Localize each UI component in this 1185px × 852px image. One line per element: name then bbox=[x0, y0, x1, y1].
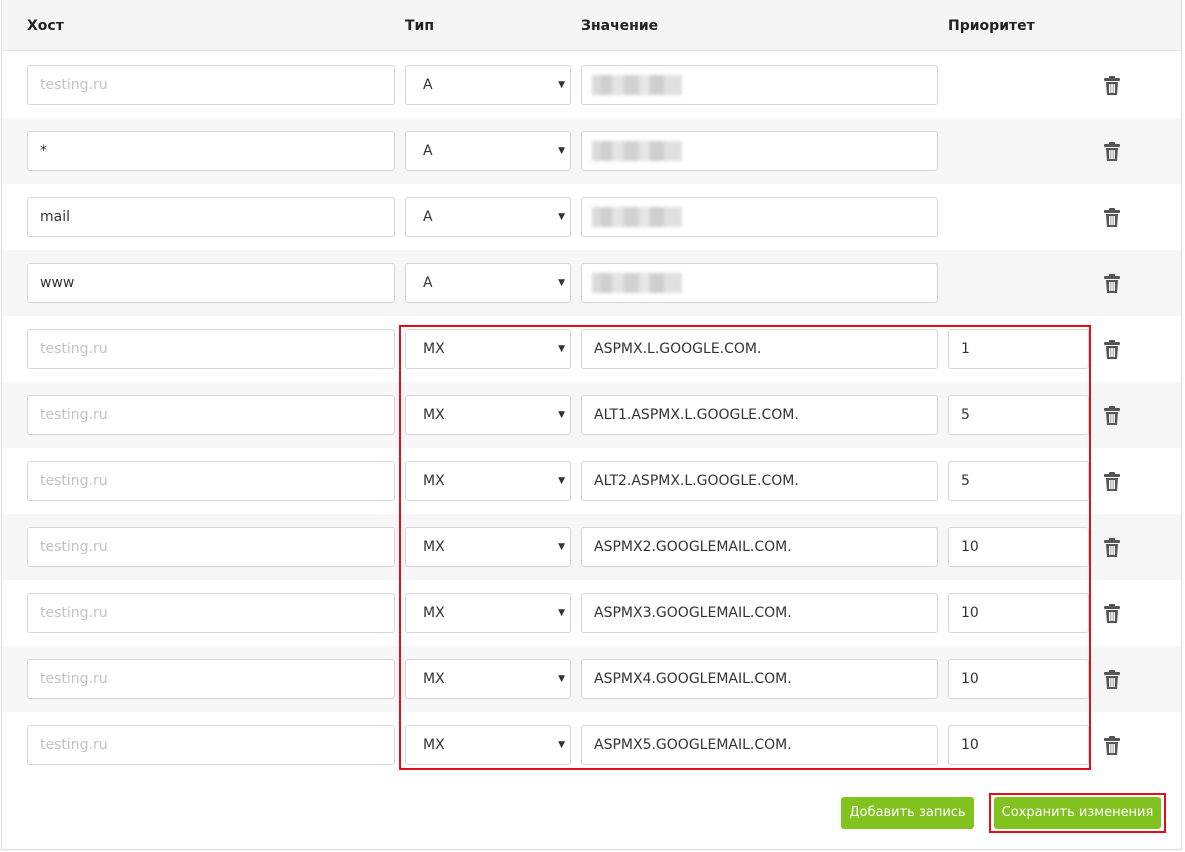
trash-icon[interactable] bbox=[1103, 76, 1121, 96]
trash-icon[interactable] bbox=[1103, 142, 1121, 162]
value-input[interactable]: ASPMX2.GOOGLEMAIL.COM. bbox=[581, 527, 938, 567]
host-input[interactable]: testing.ru bbox=[27, 395, 395, 435]
type-select[interactable]: MX ▼ bbox=[405, 725, 571, 765]
value-input[interactable] bbox=[581, 263, 938, 303]
value-input[interactable]: ASPMX3.GOOGLEMAIL.COM. bbox=[581, 593, 938, 633]
dns-records-panel: Хост Тип Значение Приоритет testing.ru A ▼… bbox=[1, 0, 1182, 850]
chevron-down-icon: ▼ bbox=[558, 278, 565, 288]
host-input[interactable]: testing.ru bbox=[27, 527, 395, 567]
chevron-down-icon: ▼ bbox=[558, 674, 565, 684]
header-host: Хост bbox=[27, 18, 64, 34]
chevron-down-icon: ▼ bbox=[558, 146, 565, 156]
table-row: testing.ru A ▼ bbox=[2, 52, 1181, 118]
type-select-value: MX bbox=[423, 341, 445, 357]
value-input[interactable] bbox=[581, 65, 938, 105]
chevron-down-icon: ▼ bbox=[558, 476, 565, 486]
priority-input[interactable]: 1 bbox=[948, 329, 1089, 369]
table-row: testing.ru MX ▼ ASPMX.L.GOOGLE.COM. 1 bbox=[2, 316, 1181, 382]
redacted-ip bbox=[592, 207, 682, 227]
type-select[interactable]: A ▼ bbox=[405, 65, 571, 105]
chevron-down-icon: ▼ bbox=[558, 410, 565, 420]
value-input[interactable]: ALT1.ASPMX.L.GOOGLE.COM. bbox=[581, 395, 938, 435]
host-input[interactable]: www bbox=[27, 263, 395, 303]
value-input[interactable] bbox=[581, 131, 938, 171]
table-row: testing.ru MX ▼ ALT2.ASPMX.L.GOOGLE.COM. 5 bbox=[2, 448, 1181, 514]
table-row: testing.ru MX ▼ ASPMX3.GOOGLEMAIL.COM. 10 bbox=[2, 580, 1181, 646]
trash-icon[interactable] bbox=[1103, 340, 1121, 360]
priority-input[interactable]: 10 bbox=[948, 527, 1089, 567]
trash-icon[interactable] bbox=[1103, 736, 1121, 756]
value-input[interactable]: ALT2.ASPMX.L.GOOGLE.COM. bbox=[581, 461, 938, 501]
value-input[interactable] bbox=[581, 197, 938, 237]
header-value: Значение bbox=[581, 18, 659, 34]
table-row: testing.ru MX ▼ ASPMX5.GOOGLEMAIL.COM. 10 bbox=[2, 712, 1181, 778]
host-input[interactable]: testing.ru bbox=[27, 461, 395, 501]
priority-input[interactable]: 10 bbox=[948, 593, 1089, 633]
redacted-ip bbox=[592, 75, 682, 95]
type-select[interactable]: MX ▼ bbox=[405, 461, 571, 501]
chevron-down-icon: ▼ bbox=[558, 344, 565, 354]
host-input[interactable]: testing.ru bbox=[27, 725, 395, 765]
type-select[interactable]: MX ▼ bbox=[405, 395, 571, 435]
save-changes-button[interactable]: Сохранить изменения bbox=[994, 797, 1161, 829]
priority-input[interactable]: 10 bbox=[948, 659, 1089, 699]
table-row: testing.ru MX ▼ ALT1.ASPMX.L.GOOGLE.COM. 5 bbox=[2, 382, 1181, 448]
type-select[interactable]: MX ▼ bbox=[405, 329, 571, 369]
type-select[interactable]: A ▼ bbox=[405, 197, 571, 237]
type-select-value: A bbox=[423, 77, 433, 93]
redacted-ip bbox=[592, 273, 682, 293]
table-header: Хост Тип Значение Приоритет bbox=[2, 0, 1181, 51]
trash-icon[interactable] bbox=[1103, 670, 1121, 690]
trash-icon[interactable] bbox=[1103, 538, 1121, 558]
priority-input[interactable]: 5 bbox=[948, 461, 1089, 501]
type-select-value: MX bbox=[423, 407, 445, 423]
trash-icon[interactable] bbox=[1103, 208, 1121, 228]
type-select[interactable]: A ▼ bbox=[405, 263, 571, 303]
chevron-down-icon: ▼ bbox=[558, 740, 565, 750]
table-row: mail A ▼ bbox=[2, 184, 1181, 250]
table-row: testing.ru MX ▼ ASPMX4.GOOGLEMAIL.COM. 10 bbox=[2, 646, 1181, 712]
type-select[interactable]: MX ▼ bbox=[405, 659, 571, 699]
trash-icon[interactable] bbox=[1103, 472, 1121, 492]
header-priority: Приоритет bbox=[948, 18, 1035, 34]
trash-icon[interactable] bbox=[1103, 604, 1121, 624]
chevron-down-icon: ▼ bbox=[558, 80, 565, 90]
host-input[interactable]: mail bbox=[27, 197, 395, 237]
value-input[interactable]: ASPMX5.GOOGLEMAIL.COM. bbox=[581, 725, 938, 765]
host-input[interactable]: * bbox=[27, 131, 395, 171]
host-input[interactable]: testing.ru bbox=[27, 329, 395, 369]
type-select[interactable]: MX ▼ bbox=[405, 527, 571, 567]
header-type: Тип bbox=[405, 18, 435, 34]
host-input[interactable]: testing.ru bbox=[27, 659, 395, 699]
host-input[interactable]: testing.ru bbox=[27, 593, 395, 633]
chevron-down-icon: ▼ bbox=[558, 608, 565, 618]
table-row: testing.ru MX ▼ ASPMX2.GOOGLEMAIL.COM. 10 bbox=[2, 514, 1181, 580]
value-input[interactable]: ASPMX4.GOOGLEMAIL.COM. bbox=[581, 659, 938, 699]
type-select-value: MX bbox=[423, 605, 445, 621]
table-row: www A ▼ bbox=[2, 250, 1181, 316]
priority-input[interactable]: 10 bbox=[948, 725, 1089, 765]
type-select-value: MX bbox=[423, 737, 445, 753]
chevron-down-icon: ▼ bbox=[558, 212, 565, 222]
type-select-value: A bbox=[423, 143, 433, 159]
type-select-value: MX bbox=[423, 539, 445, 555]
value-input[interactable]: ASPMX.L.GOOGLE.COM. bbox=[581, 329, 938, 369]
type-select-value: A bbox=[423, 209, 433, 225]
add-record-button[interactable]: Добавить запись bbox=[841, 797, 974, 829]
trash-icon[interactable] bbox=[1103, 406, 1121, 426]
host-input[interactable]: testing.ru bbox=[27, 65, 395, 105]
type-select-value: MX bbox=[423, 473, 445, 489]
chevron-down-icon: ▼ bbox=[558, 542, 565, 552]
type-select-value: A bbox=[423, 275, 433, 291]
type-select[interactable]: MX ▼ bbox=[405, 593, 571, 633]
type-select[interactable]: A ▼ bbox=[405, 131, 571, 171]
priority-input[interactable]: 5 bbox=[948, 395, 1089, 435]
type-select-value: MX bbox=[423, 671, 445, 687]
table-row: * A ▼ bbox=[2, 118, 1181, 184]
redacted-ip bbox=[592, 141, 682, 161]
trash-icon[interactable] bbox=[1103, 274, 1121, 294]
